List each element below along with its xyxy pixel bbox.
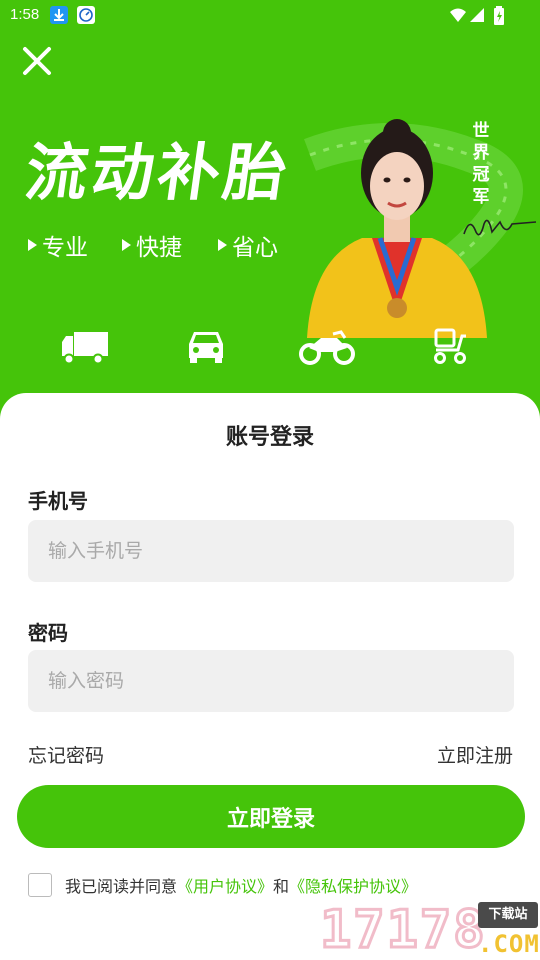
phone-label: 手机号 — [28, 489, 88, 513]
register-link[interactable]: 立即注册 — [437, 741, 513, 768]
tagline-fast: 快捷 — [122, 228, 182, 262]
tagline-professional: 专业 — [28, 228, 88, 262]
car-icon — [189, 332, 223, 363]
login-title: 账号登录 — [225, 425, 314, 450]
user-agreement-link[interactable]: 《用户协议》 — [177, 873, 273, 897]
password-input[interactable] — [28, 650, 514, 712]
close-icon — [23, 47, 51, 75]
truck-icon — [62, 332, 108, 365]
agreement-row: 我已阅读并同意 《用户协议》 和 《隐私保护协议》 — [28, 873, 417, 897]
login-button[interactable]: 立即登录 — [17, 785, 525, 848]
agreement-prefix: 我已阅读并同意 — [65, 877, 178, 896]
battery-icon — [494, 6, 504, 25]
champion-vertical-text: 世 界 冠 军 — [472, 121, 490, 207]
status-bar: 1:58 — [0, 0, 540, 32]
watermark-suffix: .COM — [478, 930, 540, 958]
signal-icon — [470, 8, 484, 22]
status-time: 1:58 — [10, 6, 40, 23]
triangle-bullet-icon — [122, 239, 131, 251]
watermark-badge: 下载站 — [478, 902, 538, 928]
triangle-bullet-icon — [28, 239, 37, 251]
motorcycle-icon — [299, 330, 355, 365]
app-notification-icon — [77, 6, 95, 24]
phone-input[interactable] — [28, 520, 514, 582]
scooter-icon — [434, 328, 466, 364]
triangle-bullet-icon — [218, 239, 227, 251]
signature-image — [463, 219, 537, 236]
agreement-and: 和 — [273, 877, 290, 896]
privacy-agreement-link[interactable]: 《隐私保护协议》 — [289, 873, 417, 897]
forgot-password-link[interactable]: 忘记密码 — [28, 741, 104, 768]
agreement-checkbox[interactable] — [28, 873, 52, 897]
download-notification-icon — [50, 6, 68, 24]
wifi-icon — [450, 8, 466, 22]
password-label: 密码 — [28, 621, 68, 645]
tagline-worry-free: 省心 — [218, 228, 278, 262]
watermark-digits: 17178 — [319, 899, 487, 960]
hero-title: 流动补胎 — [20, 136, 296, 209]
login-card: 账号登录 手机号 密码 忘记密码 立即注册 立即登录 我已阅读并同意 《用户协议… — [0, 393, 540, 960]
close-button[interactable] — [20, 44, 54, 78]
